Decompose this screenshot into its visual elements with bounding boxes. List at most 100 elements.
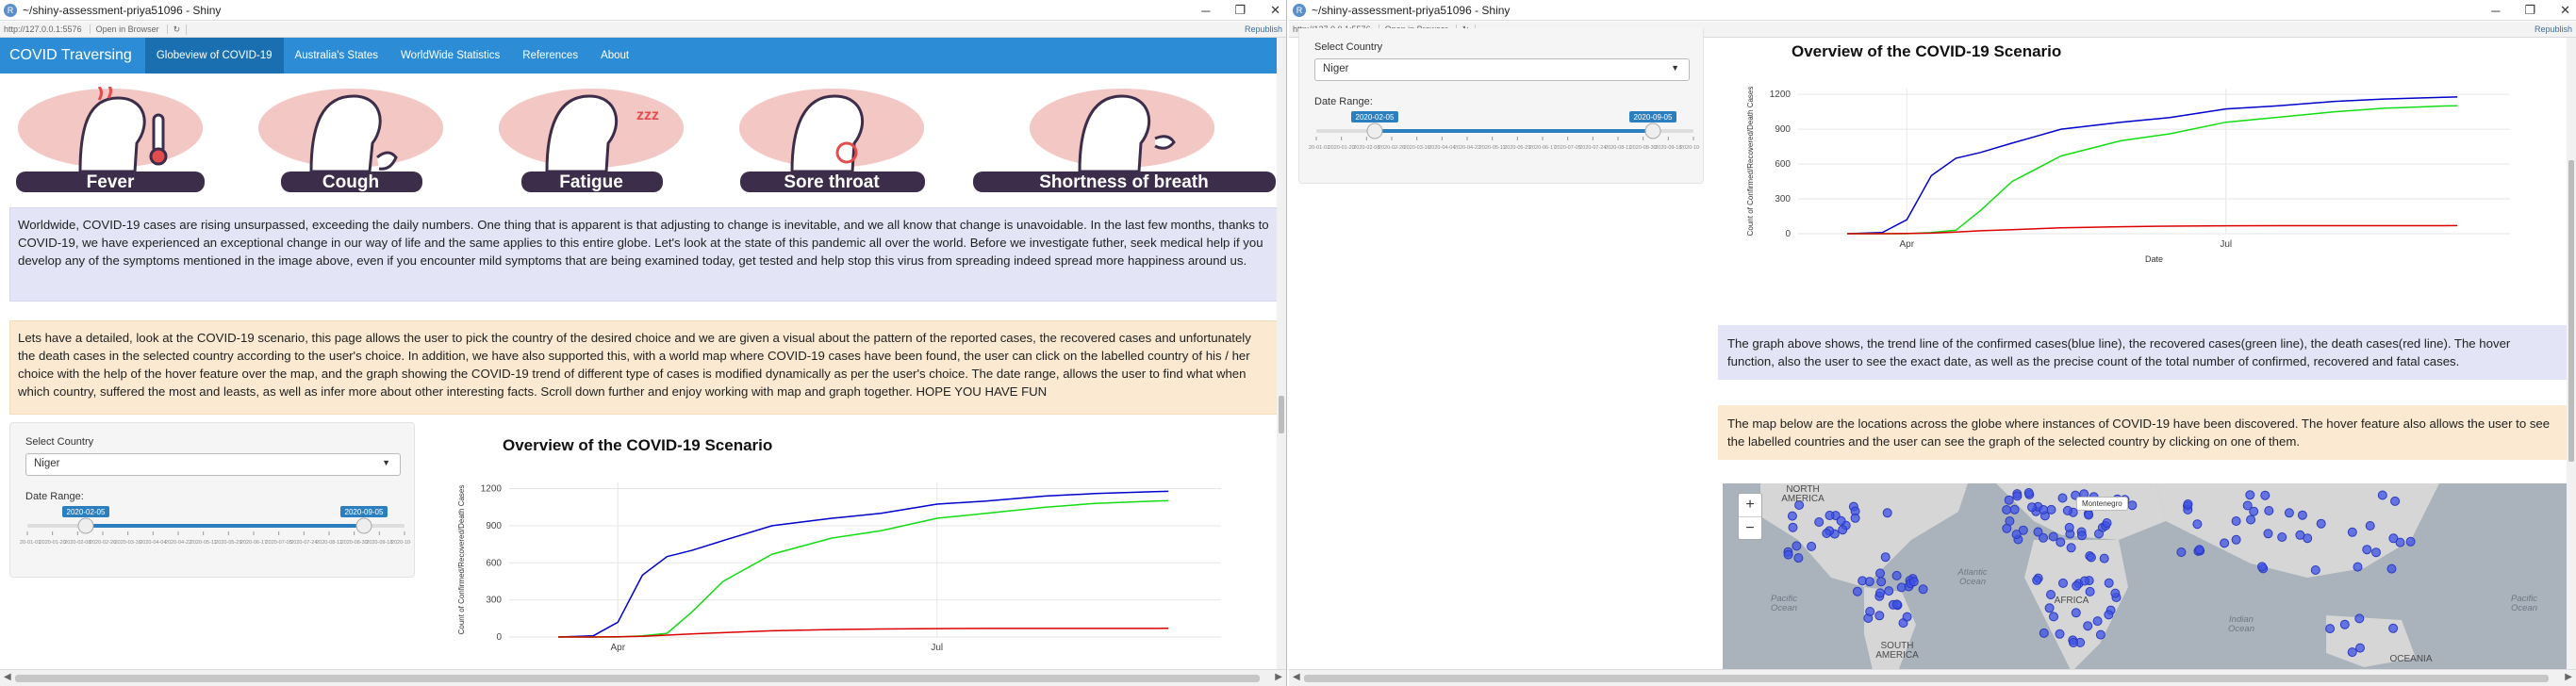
case-marker[interactable] <box>1876 577 1887 587</box>
covid-line-chart[interactable]: 0 300 600 900 1200 Apr Jul Count of Confirmed/R… <box>453 471 1245 669</box>
case-marker[interactable] <box>2104 578 2114 588</box>
case-marker[interactable] <box>2192 519 2203 530</box>
case-marker[interactable] <box>1880 552 1891 563</box>
case-marker[interactable] <box>2058 578 2068 588</box>
slider-to-handle[interactable] <box>1644 122 1661 139</box>
scroll-left-icon[interactable]: ◀ <box>4 672 11 682</box>
case-marker[interactable] <box>1874 611 1885 621</box>
case-marker[interactable] <box>2264 506 2274 515</box>
case-marker[interactable] <box>2032 575 2042 585</box>
case-marker[interactable] <box>1875 588 1885 598</box>
case-marker[interactable] <box>2069 638 2078 647</box>
case-marker[interactable] <box>2386 564 2397 574</box>
case-marker[interactable] <box>1850 513 1860 523</box>
case-marker[interactable] <box>2194 545 2204 555</box>
case-marker[interactable] <box>2077 531 2087 541</box>
case-marker[interactable] <box>2094 529 2104 539</box>
case-marker[interactable] <box>2083 621 2093 631</box>
case-marker[interactable] <box>1788 522 1798 532</box>
scroll-thumb[interactable] <box>1279 396 1284 433</box>
case-marker[interactable] <box>2277 532 2287 542</box>
hscroll-thumb[interactable] <box>15 675 1260 682</box>
case-marker[interactable] <box>2388 623 2399 633</box>
series-line-deaths[interactable] <box>1847 224 2458 235</box>
case-marker[interactable] <box>1875 568 1885 579</box>
case-marker[interactable] <box>1793 553 1804 564</box>
date-range-slider[interactable]: 2020-02-05 2020-09-05 2020-01-012020-01-… <box>1309 111 1700 168</box>
case-marker[interactable] <box>2099 553 2109 564</box>
case-marker[interactable] <box>2048 531 2058 542</box>
case-marker[interactable] <box>2245 490 2255 500</box>
republish-button[interactable]: Republish <box>2535 24 2572 34</box>
case-marker[interactable] <box>2104 610 2114 620</box>
navbar-brand[interactable]: COVID Traversing <box>0 38 145 74</box>
case-marker[interactable] <box>2405 536 2416 547</box>
case-marker[interactable] <box>1838 525 1848 535</box>
case-marker[interactable] <box>2079 576 2089 586</box>
case-marker[interactable] <box>2071 608 2081 618</box>
case-marker[interactable] <box>1852 586 1862 596</box>
case-marker[interactable] <box>2257 562 2267 572</box>
case-marker[interactable] <box>2039 628 2049 638</box>
case-marker[interactable] <box>2049 612 2058 622</box>
case-marker[interactable] <box>1787 511 1797 521</box>
case-marker[interactable] <box>2347 647 2357 658</box>
case-marker[interactable] <box>2009 504 2020 514</box>
series-line-deaths[interactable] <box>558 628 1169 638</box>
scroll-left-icon[interactable]: ◀ <box>1293 672 1300 682</box>
case-marker[interactable] <box>2057 493 2068 503</box>
case-marker[interactable] <box>2033 527 2043 537</box>
hscroll-thumb[interactable] <box>1304 675 2549 682</box>
case-marker[interactable] <box>2260 490 2271 500</box>
case-marker[interactable] <box>1865 607 1875 616</box>
case-marker[interactable] <box>2354 613 2365 624</box>
case-marker[interactable] <box>2390 496 2401 506</box>
zoom-in-button[interactable]: + <box>1739 494 1761 516</box>
case-marker[interactable] <box>2295 530 2305 540</box>
case-marker[interactable] <box>2325 624 2336 634</box>
slider-from-handle[interactable] <box>77 517 94 534</box>
case-marker[interactable] <box>2371 547 2381 558</box>
case-marker[interactable] <box>2102 518 2112 528</box>
open-in-browser-button[interactable]: Open in Browser <box>91 24 168 34</box>
case-marker[interactable] <box>2347 527 2357 537</box>
case-marker[interactable] <box>2297 510 2307 520</box>
refresh-icon[interactable]: ↻ <box>168 24 188 35</box>
scroll-right-icon[interactable]: ▶ <box>1275 672 1282 682</box>
restore-icon[interactable]: ❐ <box>1234 3 1246 18</box>
case-marker[interactable] <box>1882 508 1892 518</box>
case-marker[interactable] <box>2066 543 2076 553</box>
case-marker[interactable] <box>2353 562 2363 572</box>
case-marker[interactable] <box>2004 495 2014 505</box>
case-marker[interactable] <box>2092 616 2103 627</box>
case-marker[interactable] <box>1908 577 1919 587</box>
case-marker[interactable] <box>2011 530 2022 540</box>
covid-line-chart[interactable]: 0 300 600 900 1200 Apr Jul Count of Confirmed/R… <box>1742 77 2534 294</box>
world-map[interactable]: + − NORTH AMERICA SOUTH AMERICA AFRICA O… <box>1723 483 2567 674</box>
case-marker[interactable] <box>2056 537 2066 547</box>
slider-to-handle[interactable] <box>355 517 372 534</box>
case-marker[interactable] <box>2246 514 2256 525</box>
case-marker[interactable] <box>2055 629 2065 639</box>
case-marker[interactable] <box>1891 599 1902 610</box>
case-marker[interactable] <box>2284 508 2294 518</box>
case-marker[interactable] <box>2012 491 2023 501</box>
scroll-right-icon[interactable]: ▶ <box>2565 672 2572 682</box>
case-marker[interactable] <box>1918 584 1928 595</box>
url-text[interactable]: http://127.0.0.1:5576 <box>0 24 91 34</box>
minimize-icon[interactable]: ─ <box>2491 4 2500 18</box>
case-marker[interactable] <box>2027 502 2037 513</box>
case-marker[interactable] <box>1884 586 1894 596</box>
case-marker[interactable] <box>1814 517 1825 527</box>
case-marker[interactable] <box>2062 505 2072 515</box>
case-marker[interactable] <box>2084 510 2094 520</box>
tab-references[interactable]: References <box>511 38 589 74</box>
case-marker[interactable] <box>2127 500 2138 511</box>
case-marker[interactable] <box>1792 541 1802 551</box>
republish-button[interactable]: Republish <box>1245 24 1282 34</box>
case-marker[interactable] <box>2395 537 2405 547</box>
tab-australia-states[interactable]: Australia's States <box>284 38 390 74</box>
close-icon[interactable]: ✕ <box>1270 3 1280 18</box>
case-marker[interactable] <box>1864 577 1874 587</box>
restore-icon[interactable]: ❐ <box>2524 3 2535 18</box>
